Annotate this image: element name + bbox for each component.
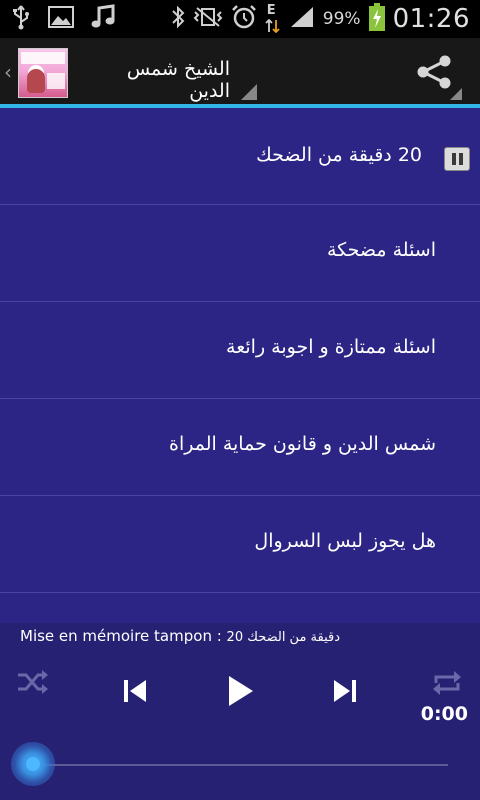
no-vibrate-icon: [193, 6, 223, 32]
repeat-icon[interactable]: [430, 669, 464, 701]
list-item[interactable]: اسئلة ممتازة و اجوبة رائعة: [0, 302, 480, 399]
track-title: اسئلة ممتازة و اجوبة رائعة: [226, 336, 436, 358]
track-title: شمس الدين و قانون حماية المراة: [169, 433, 436, 455]
track-title: اسئلة مضحكة: [326, 239, 436, 261]
play-icon[interactable]: [226, 673, 256, 713]
network-type-label: E: [266, 3, 276, 18]
clock: 01:26: [392, 4, 470, 34]
data-arrows-icon: E: [265, 3, 281, 33]
next-icon[interactable]: [332, 677, 358, 709]
bluetooth-icon: [171, 5, 185, 33]
battery-percent: 99%: [322, 9, 361, 29]
alarm-icon: [231, 4, 257, 34]
seek-bar[interactable]: [32, 764, 448, 766]
list-item[interactable]: شمس الدين و قانون حماية المراة: [0, 399, 480, 496]
list-item[interactable]: 20 دقيقة من الضحك: [0, 108, 480, 205]
action-bar: ‹ الشيخ شمس الدين: [0, 38, 480, 108]
buffer-status-track: 20 دقيقة من الضحك: [226, 630, 341, 645]
elapsed-time: 0:00: [420, 703, 468, 725]
overflow-indicator: [450, 88, 462, 100]
previous-icon[interactable]: [122, 677, 148, 709]
status-bar: E 99% 01:26: [0, 0, 480, 38]
track-title: هل يجوز لبس السروال: [254, 530, 436, 552]
track-title: 20 دقيقة من الضحك: [256, 144, 422, 166]
buffer-status-prefix: Mise en mémoire tampon :: [20, 627, 227, 645]
battery-charging-icon: [368, 3, 385, 35]
back-chevron-icon[interactable]: ‹: [4, 60, 12, 84]
seek-handle[interactable]: [11, 742, 55, 786]
signal-icon: [289, 5, 315, 33]
pause-icon[interactable]: [444, 147, 470, 171]
share-icon[interactable]: [414, 52, 454, 92]
system-icons: E 99% 01:26: [171, 3, 470, 35]
player-panel: Mise en mémoire tampon : 20 دقيقة من الض…: [0, 623, 480, 800]
usb-icon: [10, 4, 32, 34]
shuffle-icon[interactable]: [16, 669, 50, 699]
buffer-status: Mise en mémoire tampon : 20 دقيقة من الض…: [20, 627, 340, 645]
title-dropdown-indicator: [241, 84, 257, 100]
app-title[interactable]: الشيخ شمس الدين: [90, 58, 230, 102]
playlist: 20 دقيقة من الضحك اسئلة مضحكة اسئلة ممتا…: [0, 108, 480, 623]
list-item[interactable]: هل يجوز لبس السروال: [0, 496, 480, 593]
image-icon: [48, 6, 74, 32]
notification-icons: [10, 4, 116, 34]
music-note-icon: [90, 4, 116, 34]
app-icon[interactable]: [18, 48, 68, 98]
list-item[interactable]: اسئلة مضحكة: [0, 205, 480, 302]
